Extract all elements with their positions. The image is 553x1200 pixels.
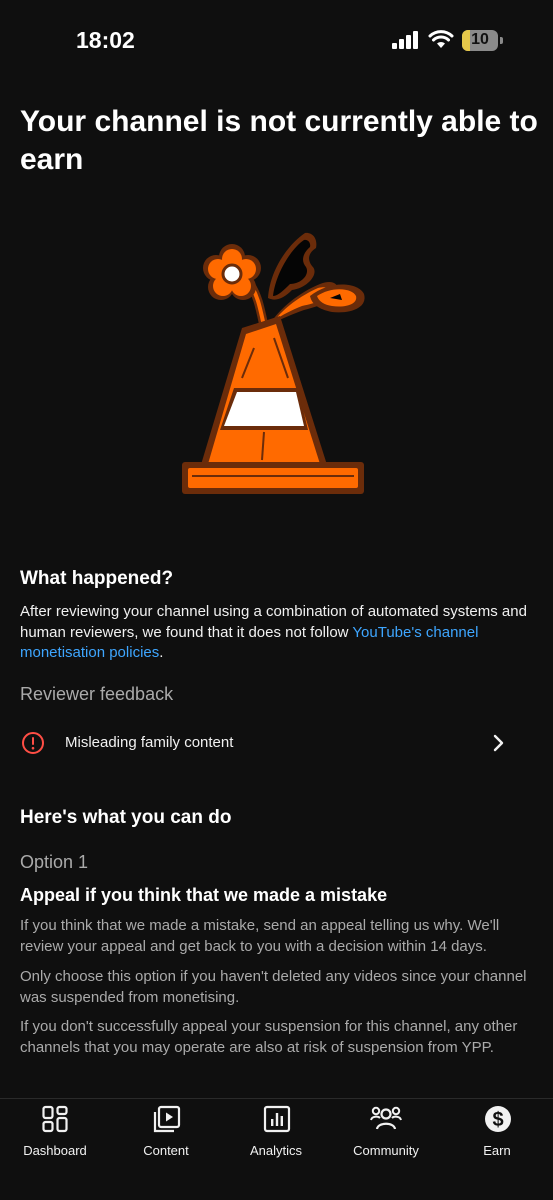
battery-percentage: 10 <box>471 31 489 48</box>
what-happened-text-end: . <box>159 644 164 661</box>
option-label: Option 1 <box>20 852 89 872</box>
dashboard-icon <box>42 1105 68 1133</box>
battery-cap <box>500 37 503 44</box>
battery-icon: 10 <box>462 30 498 51</box>
nav-item-earn[interactable]: $ Earn <box>442 1105 552 1165</box>
community-icon <box>370 1106 402 1130</box>
option-title: Appeal if you think that we made a mista… <box>20 885 388 905</box>
nav-label-earn: Earn <box>483 1143 511 1158</box>
nav-item-community[interactable]: Community <box>331 1105 441 1165</box>
what-you-can-do-heading: Here's what you can do <box>20 807 232 828</box>
nav-item-analytics[interactable]: Analytics <box>221 1105 331 1165</box>
wifi-icon <box>428 30 454 48</box>
nav-label-community: Community <box>353 1143 419 1158</box>
traffic-cone-illustration <box>182 232 365 494</box>
content-icon <box>153 1105 181 1133</box>
cellular-signal-icon <box>392 31 418 49</box>
nav-label-dashboard: Dashboard <box>23 1143 87 1158</box>
what-happened-heading: What happened? <box>20 568 174 589</box>
what-happened-description: After reviewing your channel using a com… <box>20 602 540 664</box>
reviewer-feedback-heading: Reviewer feedback <box>20 684 174 704</box>
chevron-right-icon <box>493 734 504 752</box>
status-bar: 18:02 10 <box>0 0 553 82</box>
feedback-item-label: Misleading family content <box>65 734 234 751</box>
option-paragraph-3: If you don't successfully appeal your su… <box>20 1018 518 1056</box>
nav-item-dashboard[interactable]: Dashboard <box>0 1105 110 1165</box>
feedback-item-row[interactable]: Misleading family content <box>0 722 553 766</box>
analytics-icon <box>263 1105 291 1133</box>
page-title: Your channel is not currently able to ea… <box>20 105 538 176</box>
status-time: 18:02 <box>76 27 135 53</box>
nav-label-analytics: Analytics <box>249 1143 303 1158</box>
bottom-navigation: Dashboard Content Analytics Community $ … <box>0 1098 553 1200</box>
svg-text:$: $ <box>492 1109 503 1131</box>
alert-circle-icon <box>22 732 44 754</box>
nav-item-content[interactable]: Content <box>111 1105 221 1165</box>
earn-icon: $ <box>485 1106 511 1132</box>
nav-label-content: Content <box>143 1143 189 1158</box>
option-paragraph-1: If you think that we made a mistake, sen… <box>20 917 500 955</box>
option-paragraph-2: Only choose this option if you haven't d… <box>20 968 527 1006</box>
